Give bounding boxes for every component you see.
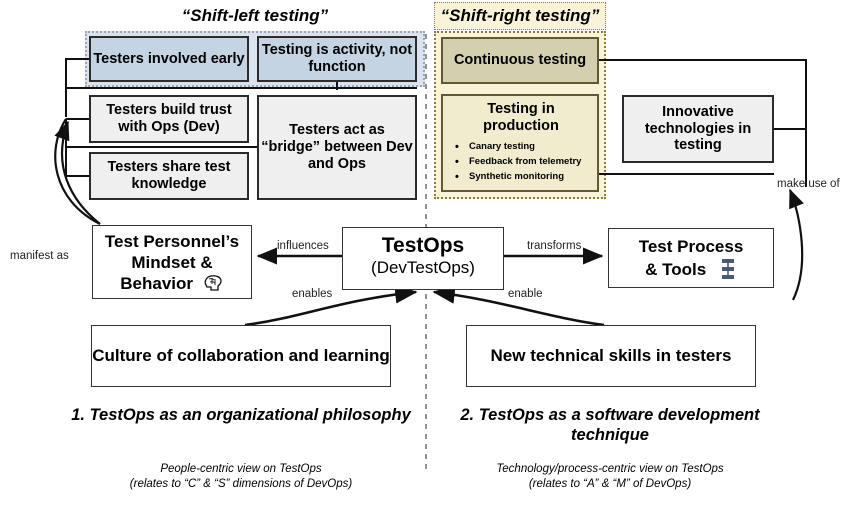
edge-label-make-use-of: make use of bbox=[777, 178, 840, 190]
diagram-canvas: “Shift-left testing” “Shift-right testin… bbox=[0, 0, 850, 520]
caption-right-subtitle: Technology/process-centric view on TestO… bbox=[440, 462, 780, 492]
caption-left-title: 1. TestOps as an organizational philosop… bbox=[71, 406, 411, 424]
box-test-personnel-mindset[interactable]: Test Personnel’s Mindset & Behavior bbox=[92, 225, 252, 299]
mindset-line-2: Mindset & bbox=[131, 252, 213, 272]
box-testers-share-knowledge[interactable]: Testers share test knowledge bbox=[89, 152, 249, 200]
bullet-canary-testing: Canary testing bbox=[451, 139, 591, 156]
mindset-line-3-text: Behavior bbox=[120, 274, 193, 294]
box-testers-act-as-bridge[interactable]: Testers act as “bridge” between Dev and … bbox=[257, 95, 417, 200]
box-testers-build-trust[interactable]: Testers build trust with Ops (Dev) bbox=[89, 95, 249, 143]
box-testing-in-production[interactable]: Testing in production Canary testing Fee… bbox=[441, 94, 599, 192]
hierarchy-network-icon bbox=[721, 258, 734, 279]
caption-left-subtitle: People-centric view on TestOps (relates … bbox=[61, 462, 421, 492]
edge-label-manifest-as: manifest as bbox=[10, 250, 69, 262]
caption-right-subtitle-line1: Technology/process-centric view on TestO… bbox=[496, 463, 724, 475]
head-brain-icon bbox=[204, 275, 222, 292]
bullet-feedback-telemetry: Feedback from telemetry bbox=[451, 154, 591, 171]
box-test-process-and-tools[interactable]: Test Process & Tools bbox=[608, 228, 774, 288]
box-culture-of-collaboration[interactable]: Culture of collaboration and learning bbox=[91, 325, 391, 387]
box-new-technical-skills[interactable]: New technical skills in testers bbox=[466, 325, 756, 387]
caption-left-subtitle-line1: People-centric view on TestOps bbox=[160, 463, 322, 475]
edge-label-enable: enable bbox=[508, 288, 543, 300]
bullet-synthetic-monitoring: Synthetic monitoring bbox=[451, 169, 591, 186]
edge-label-enables: enables bbox=[292, 288, 333, 300]
box-testers-involved-early[interactable]: Testers involved early bbox=[89, 36, 249, 82]
mindset-line-1: Test Personnel’s bbox=[104, 232, 240, 251]
process-tools-line-2: & Tools bbox=[609, 258, 773, 281]
shift-left-group-title: “Shift-left testing” bbox=[181, 6, 329, 25]
box-innovative-technologies[interactable]: Innovative technologies in testing bbox=[622, 95, 774, 163]
edge-label-transforms: transforms bbox=[527, 240, 582, 252]
process-tools-line-1: Test Process bbox=[638, 237, 744, 256]
box-testops[interactable]: TestOps (DevTestOps) bbox=[342, 227, 504, 290]
box-continuous-testing[interactable]: Continuous testing bbox=[441, 37, 599, 84]
caption-left-subtitle-line2: (relates to “C” & “S” dimensions of DevO… bbox=[129, 477, 353, 490]
caption-right-subtitle-line2: (relates to “A” & “M” of DevOps) bbox=[528, 477, 692, 490]
testing-in-production-bullets: Canary testing Feedback from telemetry S… bbox=[451, 139, 591, 186]
testops-title: TestOps bbox=[381, 234, 465, 257]
shift-right-group-title: “Shift-right testing” bbox=[434, 2, 606, 30]
mindset-line-3: Behavior bbox=[93, 273, 251, 295]
edge-label-influences: influences bbox=[277, 240, 329, 252]
box-testing-in-production-title: Testing in production bbox=[483, 101, 559, 134]
process-tools-line-2-text: & Tools bbox=[645, 259, 707, 279]
testops-subtitle: (DevTestOps) bbox=[371, 258, 475, 278]
box-testing-is-activity[interactable]: Testing is activity, not function bbox=[257, 36, 417, 82]
caption-right-title: 2. TestOps as a software development tec… bbox=[460, 406, 760, 445]
